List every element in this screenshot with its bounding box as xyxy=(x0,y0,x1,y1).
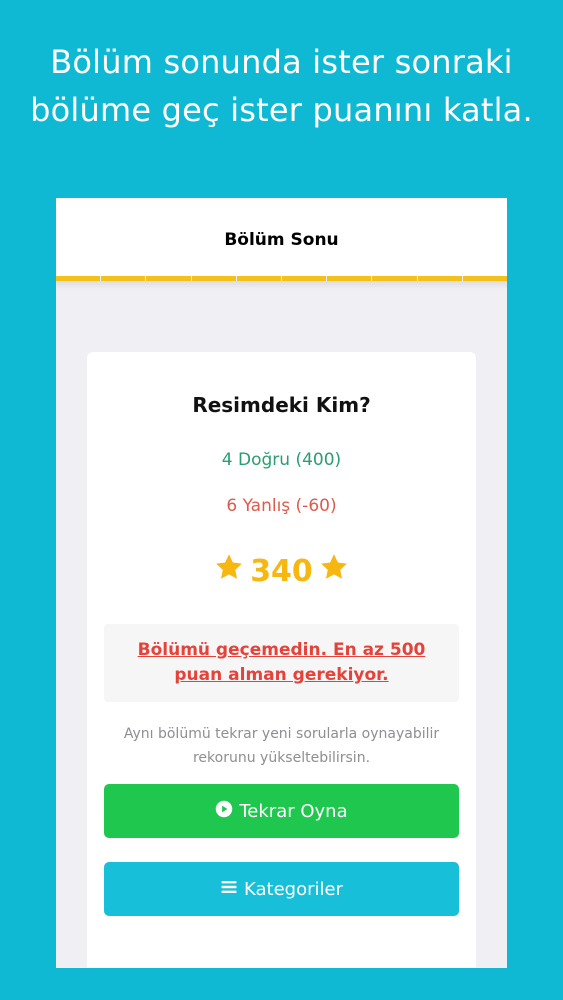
replay-hint: Aynı bölümü tekrar yeni sorularla oynaya… xyxy=(102,722,461,770)
navigation-bar: Bölüm Sonu xyxy=(56,198,507,276)
promo-caption: Bölüm sonunda ister sonraki bölüme geç i… xyxy=(0,38,563,134)
star-icon xyxy=(319,552,349,590)
app-screen: Bölüm Sonu Resimdeki Kim? 4 Doğru (400) … xyxy=(56,198,507,968)
play-circle-icon xyxy=(215,800,233,823)
star-icon xyxy=(214,552,244,590)
promo-line-1: Bölüm sonunda ister sonraki xyxy=(50,43,513,81)
promo-line-2: bölüme geç ister puanını katla. xyxy=(30,91,533,129)
fail-message: Bölümü geçemedin. En az 500 puan alman g… xyxy=(124,638,439,688)
replay-hint-line-2: rekorunu yükseltebilirsin. xyxy=(192,750,371,766)
score-display: 340 xyxy=(87,552,476,590)
categories-button-label: Kategoriler xyxy=(244,878,343,900)
page-title: Bölüm Sonu xyxy=(224,230,339,250)
score-value: 340 xyxy=(250,553,313,589)
fail-message-line-2: puan alman gerekiyor. xyxy=(174,665,389,685)
correct-count: 4 Doğru (400) xyxy=(221,450,342,470)
categories-button[interactable]: Kategoriler xyxy=(104,862,459,916)
category-title: Resimdeki Kim? xyxy=(192,393,371,417)
replay-button[interactable]: Tekrar Oyna xyxy=(104,784,459,838)
nav-shadow xyxy=(56,281,507,289)
replay-hint-line-1: Aynı bölümü tekrar yeni sorularla oynaya… xyxy=(123,726,440,742)
list-icon xyxy=(220,878,238,901)
fail-message-line-1: Bölümü geçemedin. En az 500 xyxy=(137,640,426,660)
fail-alert: Bölümü geçemedin. En az 500 puan alman g… xyxy=(104,624,459,702)
replay-button-label: Tekrar Oyna xyxy=(239,800,348,822)
result-card: Resimdeki Kim? 4 Doğru (400) 6 Yanlış (-… xyxy=(87,352,476,968)
wrong-count: 6 Yanlış (-60) xyxy=(226,496,337,516)
